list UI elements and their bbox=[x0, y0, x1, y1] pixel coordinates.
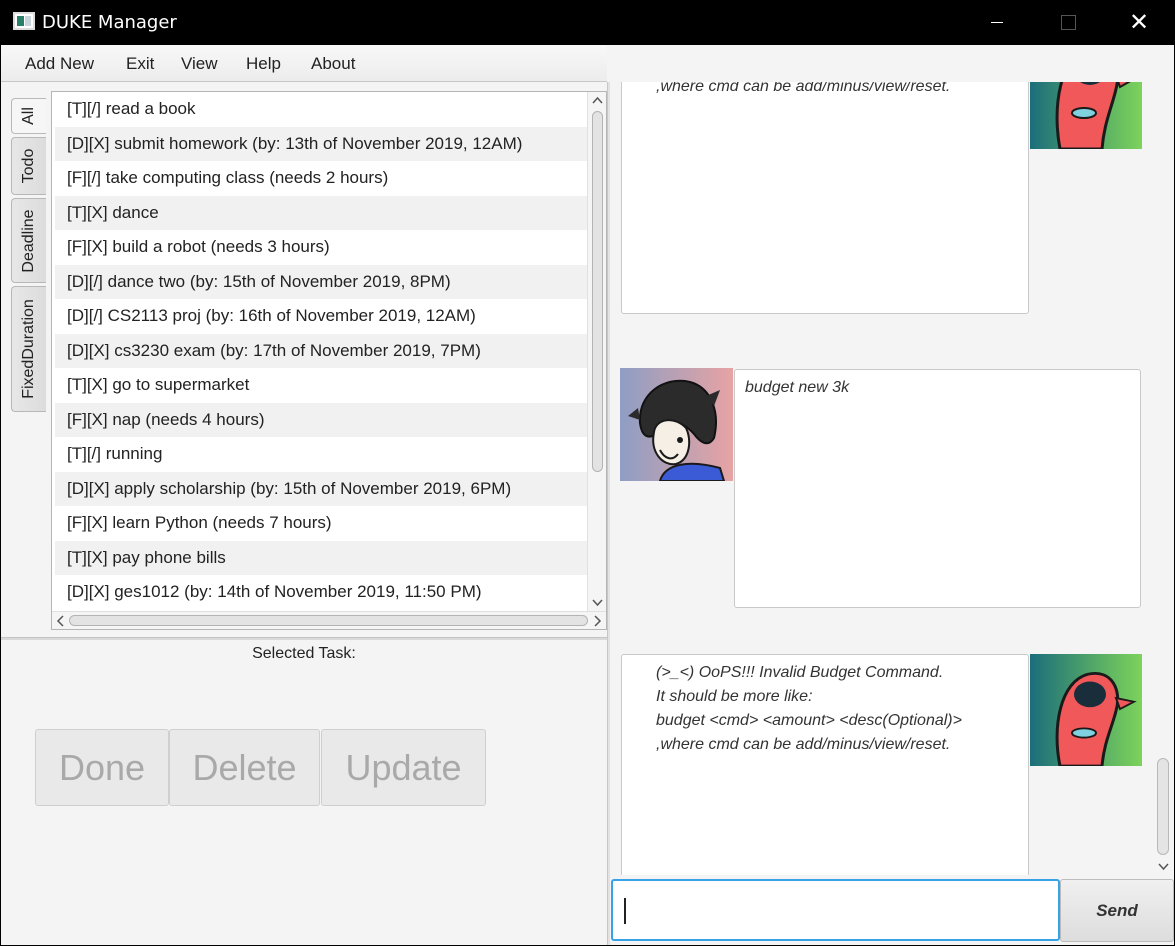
close-button[interactable]: ✕ bbox=[1116, 0, 1162, 45]
task-list-item[interactable]: [D][X] submit homework (by: 13th of Nove… bbox=[55, 126, 587, 161]
task-list-item[interactable]: [D][X] apply scholarship (by: 15th of No… bbox=[55, 471, 587, 506]
task-list-item[interactable]: [F][X] build a robot (needs 3 hours) bbox=[55, 230, 587, 265]
split-divider[interactable] bbox=[1, 637, 607, 640]
title-bar: DUKE Manager ✕ bbox=[0, 0, 1175, 45]
done-button[interactable]: Done bbox=[35, 729, 169, 806]
task-list-item[interactable]: [D][/] dance two (by: 15th of November 2… bbox=[55, 264, 587, 299]
maximize-button[interactable] bbox=[1045, 0, 1091, 45]
chat-scroll-thumb[interactable] bbox=[1157, 758, 1169, 855]
duke-avatar bbox=[1030, 82, 1142, 149]
task-list-item[interactable]: [F][X] nap (needs 4 hours) bbox=[55, 402, 587, 437]
chat-scrollbar[interactable] bbox=[1153, 82, 1174, 875]
tab-deadline[interactable]: Deadline bbox=[11, 198, 46, 283]
task-list-scroll-thumb[interactable] bbox=[592, 111, 603, 472]
menu-bar: Add New Exit View Help About bbox=[1, 45, 607, 82]
duke-message-bubble: budget <cmd> <amount> <desc(Optional)> ,… bbox=[621, 82, 1029, 314]
tab-todo-label: Todo bbox=[20, 148, 37, 184]
task-list[interactable]: [T][/] read a book [D][X] submit homewor… bbox=[51, 91, 607, 630]
selected-task-label: Selected Task: bbox=[252, 645, 356, 662]
main-window: Add New Exit View Help About All Todo De… bbox=[1, 45, 1174, 945]
update-button[interactable]: Update bbox=[321, 729, 486, 806]
user-portrait-icon bbox=[620, 368, 733, 481]
menu-spacer bbox=[607, 45, 1174, 82]
task-list-item[interactable]: [F][X] learn Python (needs 7 hours) bbox=[55, 506, 587, 541]
task-list-item[interactable]: [T][X] dance bbox=[55, 195, 587, 230]
user-message-bubble: budget new 3k bbox=[734, 369, 1141, 608]
tab-fixedduration[interactable]: FixedDuration bbox=[11, 286, 46, 412]
menu-add-new[interactable]: Add New bbox=[25, 54, 94, 74]
minimize-button[interactable] bbox=[975, 0, 1021, 45]
text-cursor bbox=[624, 898, 626, 924]
tab-all-label: All bbox=[20, 107, 37, 125]
tab-todo[interactable]: Todo bbox=[11, 137, 46, 195]
task-tabs: All Todo Deadline FixedDuration bbox=[1, 90, 51, 630]
delete-button[interactable]: Delete bbox=[169, 729, 320, 806]
task-list-hscroll-thumb[interactable] bbox=[69, 615, 588, 626]
duke-message-bubble: (>_<) OoPS!!! Invalid Budget Command. It… bbox=[621, 654, 1029, 875]
tab-all[interactable]: All bbox=[11, 98, 46, 134]
user-avatar bbox=[620, 368, 733, 481]
tab-deadline-label: Deadline bbox=[20, 208, 37, 273]
chat-scroll-arrows-icon bbox=[1158, 863, 1169, 871]
task-pane: All Todo Deadline FixedDuration [T][/] r… bbox=[1, 82, 607, 945]
task-list-vertical-scrollbar[interactable] bbox=[587, 92, 606, 611]
task-list-item[interactable]: [T][/] running bbox=[55, 437, 587, 472]
task-list-item[interactable]: [D][/] CS2113 proj (by: 16th of November… bbox=[55, 299, 587, 334]
send-button[interactable]: Send bbox=[1060, 879, 1174, 942]
task-list-item[interactable]: [D][X] ges1012 (by: 14th of November 201… bbox=[55, 575, 587, 610]
window-title: DUKE Manager bbox=[42, 12, 177, 33]
menu-view[interactable]: View bbox=[181, 54, 218, 74]
task-list-item[interactable]: [T][/] read a book bbox=[55, 92, 587, 127]
task-list-item[interactable]: [D][X] cs3230 exam (by: 17th of November… bbox=[55, 333, 587, 368]
task-list-item[interactable]: [T][X] go to supermarket bbox=[55, 368, 587, 403]
duke-mascot-icon bbox=[1030, 82, 1142, 149]
app-icon bbox=[13, 12, 35, 30]
menu-about[interactable]: About bbox=[311, 54, 355, 74]
task-list-horizontal-scrollbar[interactable] bbox=[52, 611, 606, 629]
message-input[interactable] bbox=[613, 881, 1058, 939]
task-list-item[interactable]: [F][/] take computing class (needs 2 hou… bbox=[55, 161, 587, 196]
chat-dialog-area: budget <cmd> <amount> <desc(Optional)> ,… bbox=[610, 82, 1174, 875]
duke-avatar bbox=[1030, 654, 1142, 766]
menu-help[interactable]: Help bbox=[246, 54, 281, 74]
duke-mascot-icon bbox=[1030, 654, 1142, 766]
task-list-item[interactable]: [T][X] pay phone bills bbox=[55, 540, 587, 575]
message-input-container bbox=[611, 879, 1060, 941]
tab-fixedduration-label: FixedDuration bbox=[20, 299, 37, 399]
menu-exit[interactable]: Exit bbox=[126, 54, 154, 74]
